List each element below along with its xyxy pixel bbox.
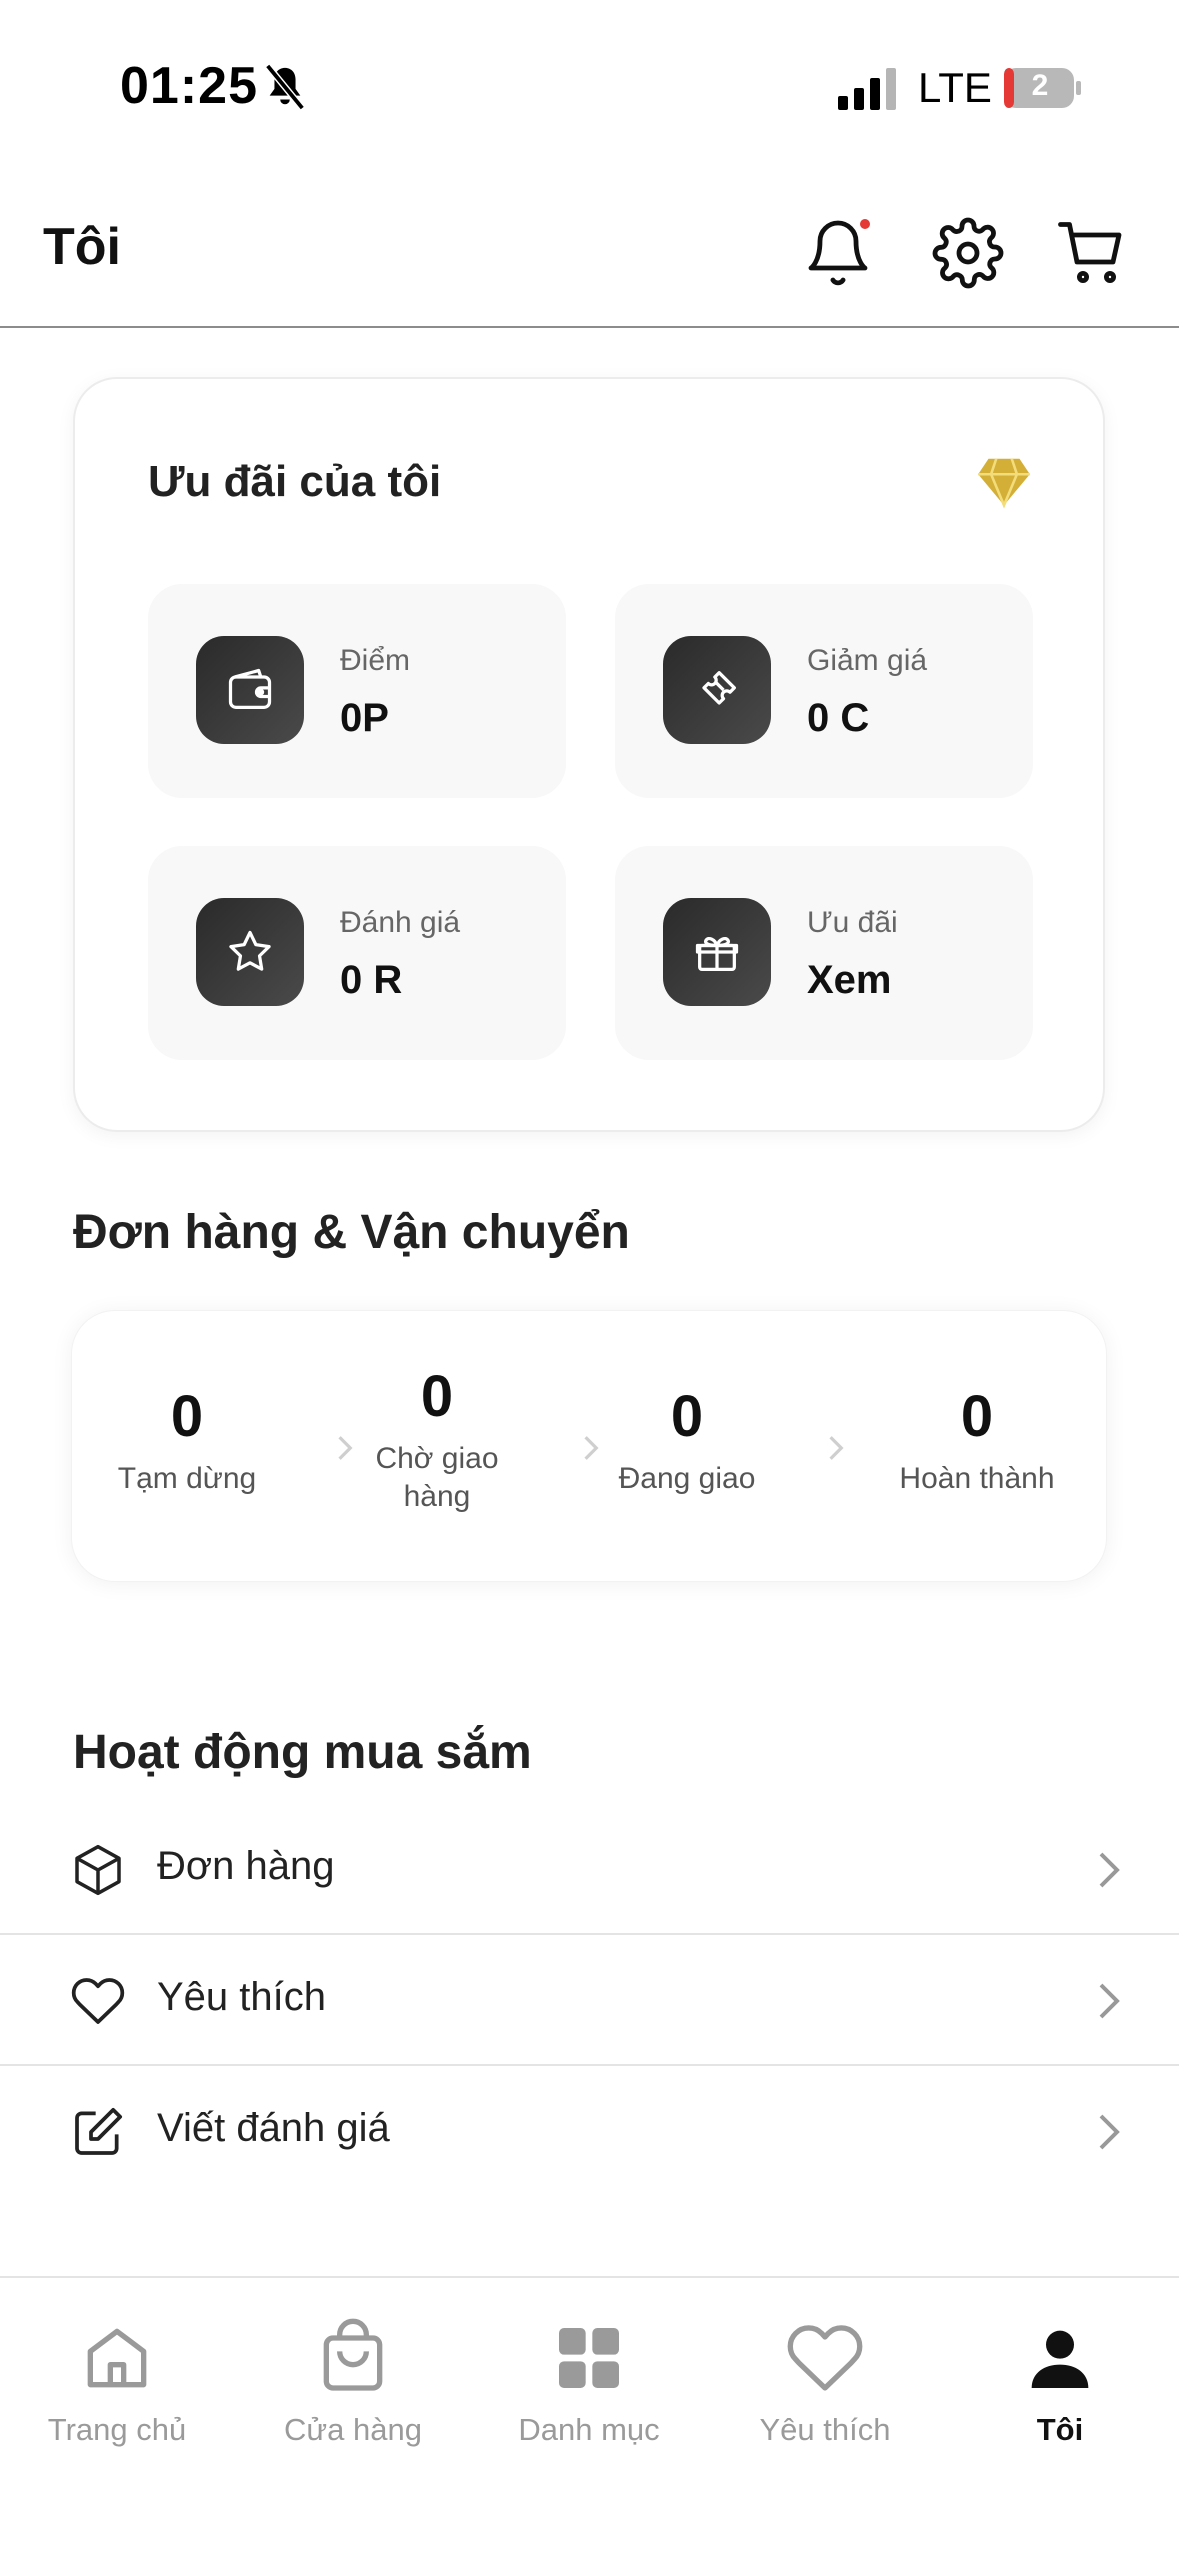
status-count: 0 [960,1384,994,1449]
status-completed[interactable]: 0 Hoàn thành [862,1383,1092,1498]
chevron-right-icon [1099,1983,1120,2019]
cart-icon [1058,222,1122,283]
tile-label: Ưu đãi [807,906,898,939]
ticket-icon [702,671,736,705]
grid-icon [559,2328,619,2388]
status-count: 0 [170,1384,204,1449]
star-icon-badge [196,898,304,1006]
gift-icon-badge [663,898,771,1006]
ticket-icon-badge [663,636,771,744]
status-label: Tạm dừng [117,1462,257,1495]
gear-icon [932,217,1004,289]
status-shipping[interactable]: 0 Đang giao [567,1383,807,1498]
status-label: Hoàn thành [899,1462,1055,1495]
heart-icon [71,1978,125,2024]
chevron-right-icon [829,1436,844,1460]
tile-value: Xem [807,958,892,1002]
nav-item-home[interactable]: Trang chủ [22,2318,212,2448]
diamond-icon [978,458,1030,509]
wallet-icon-badge [196,636,304,744]
reviews-tile[interactable]: Đánh giá 0 R [148,846,566,1060]
nav-item-categories[interactable]: Danh mục [494,2318,684,2448]
status-label: Chờ giao hàng [375,1442,499,1513]
tile-value: 0 R [340,958,403,1002]
heart-icon [787,2325,863,2391]
status-awaiting-delivery[interactable]: 0 Chờ giao hàng [317,1363,557,1516]
nav-label: Cửa hàng [284,2412,422,2447]
network-type: LTE [918,64,992,111]
cart-button[interactable] [1056,217,1128,289]
star-icon [229,930,271,971]
chevron-right-icon [1099,1852,1120,1888]
nav-item-shop[interactable]: Cửa hàng [258,2318,448,2448]
bag-icon [323,2318,383,2391]
edit-icon [75,2107,123,2155]
offers-title: Ưu đãi của tôi [148,457,442,506]
status-paused[interactable]: 0 Tạm dừng [72,1383,302,1498]
status-count: 0 [670,1384,704,1449]
bottom-nav: Trang chủ Cửa hàng Danh mục Yêu thích Tô… [0,2276,1179,2556]
battery-level: 2 [1031,69,1049,102]
nav-label: Yêu thích [759,2412,891,2447]
tile-label: Giảm giá [807,644,928,677]
tile-value: 0P [340,696,389,740]
home-icon [87,2328,147,2388]
status-bar: 01:25 LTE 2 [0,0,1179,175]
page-title: Tôi [43,218,121,276]
points-tile[interactable]: Điểm 0P [148,584,566,798]
list-item-write-review[interactable]: Viết đánh giá [0,2066,1179,2197]
silent-mode-icon [265,63,305,111]
chevron-right-icon [1099,2114,1120,2150]
tile-label: Đánh giá [340,906,461,939]
benefits-tile[interactable]: Ưu đãi Xem [615,846,1033,1060]
list-item-label: Viết đánh giá [157,2106,390,2150]
my-offers-card: Ưu đãi của tôi Điểm 0P Giảm giá 0 C Đánh… [73,377,1105,1132]
status-time: 01:25 [120,57,258,115]
user-icon [1031,2330,1089,2388]
list-item-label: Yêu thích [157,1975,327,2019]
app-header: Tôi [0,175,1179,328]
discount-tile[interactable]: Giảm giá 0 C [615,584,1033,798]
settings-button[interactable] [932,217,1004,289]
list-item-label: Đơn hàng [157,1844,335,1888]
notification-dot [858,217,872,231]
orders-section-title: Đơn hàng & Vận chuyển [73,1206,630,1259]
nav-item-favorites[interactable]: Yêu thích [730,2318,920,2448]
order-status-card: 0 Tạm dừng 0 Chờ giao hàng 0 Đang giao 0… [71,1310,1107,1582]
list-item-orders[interactable]: Đơn hàng [0,1804,1179,1935]
wallet-icon [228,668,272,709]
tile-value: 0 C [807,696,870,740]
nav-label: Danh mục [518,2412,660,2447]
status-label: Đang giao [618,1462,756,1495]
signal-icon [838,68,896,110]
status-count: 0 [420,1364,454,1429]
gift-icon [695,937,739,971]
nav-item-me[interactable]: Tôi [965,2318,1155,2448]
list-item-favorites[interactable]: Yêu thích [0,1935,1179,2066]
tile-label: Điểm [340,644,411,677]
nav-label: Trang chủ [47,2412,187,2447]
box-icon [75,1844,121,1896]
activity-section-title: Hoạt động mua sắm [73,1726,532,1779]
notification-button[interactable] [802,217,874,289]
nav-label: Tôi [1036,2412,1084,2447]
